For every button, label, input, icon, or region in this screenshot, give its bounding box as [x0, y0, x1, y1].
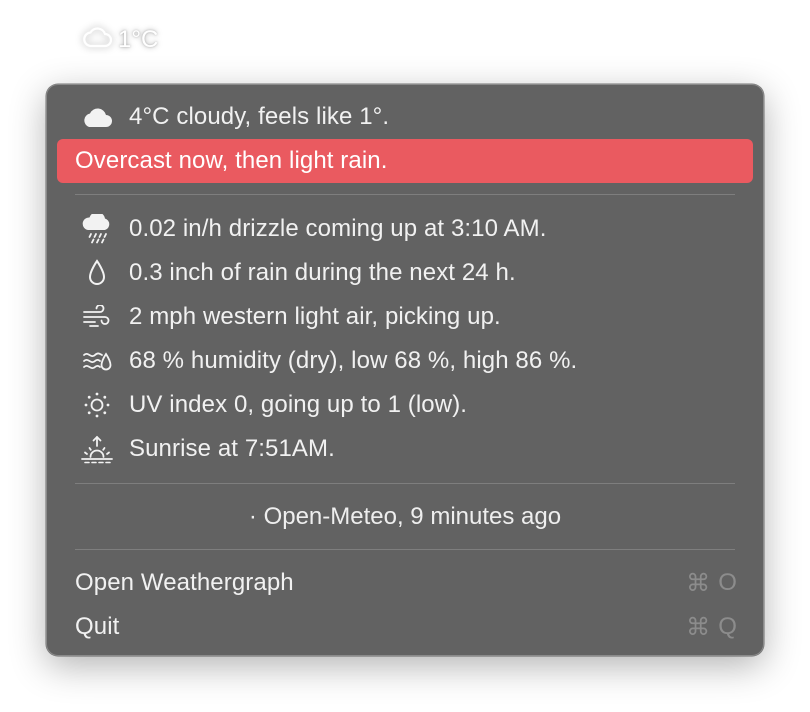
menubar-weather-item[interactable]: 1°C: [82, 24, 158, 56]
shortcut-key: Q: [718, 613, 737, 640]
sunrise-icon: [77, 429, 117, 469]
current-conditions-text: 4°C cloudy, feels like 1°.: [129, 103, 390, 130]
menu-separator: [75, 483, 735, 484]
detail-row-uv[interactable]: UV index 0, going up to 1 (low).: [47, 385, 763, 425]
command-key-icon: ⌘: [686, 613, 711, 641]
quit-item[interactable]: Quit ⌘ Q: [47, 607, 763, 647]
humidity-icon: [77, 341, 117, 381]
forecast-summary-text: Overcast now, then light rain.: [75, 147, 388, 174]
detail-text: 68 % humidity (dry), low 68 %, high 86 %…: [129, 347, 578, 374]
detail-text: 0.3 inch of rain during the next 24 h.: [129, 259, 516, 286]
cloud-icon: [77, 97, 117, 137]
detail-text: 0.02 in/h drizzle coming up at 3:10 AM.: [129, 215, 547, 242]
quit-label: Quit: [75, 613, 120, 640]
detail-text: Sunrise at 7:51AM.: [129, 435, 335, 462]
detail-row-wind[interactable]: 2 mph western light air, picking up.: [47, 297, 763, 337]
raindrop-icon: [77, 253, 117, 293]
screen: 1°C 4°C cloudy, feels like 1°. Overcast …: [0, 0, 810, 712]
menu-separator: [75, 194, 735, 195]
detail-row-rain-total[interactable]: 0.3 inch of rain during the next 24 h.: [47, 253, 763, 293]
forecast-summary-row[interactable]: Overcast now, then light rain.: [47, 141, 763, 181]
shortcut-key: O: [718, 569, 737, 596]
command-key-icon: ⌘: [686, 569, 711, 597]
detail-row-humidity[interactable]: 68 % humidity (dry), low 68 %, high 86 %…: [47, 341, 763, 381]
data-source-info: · Open-Meteo, 9 minutes ago: [47, 497, 763, 537]
keyboard-shortcut: ⌘ O: [686, 569, 737, 598]
keyboard-shortcut: ⌘ Q: [686, 613, 737, 642]
current-conditions-row[interactable]: 4°C cloudy, feels like 1°.: [47, 97, 763, 137]
sun-icon: [77, 385, 117, 425]
detail-text: 2 mph western light air, picking up.: [129, 303, 501, 330]
detail-row-sunrise[interactable]: Sunrise at 7:51AM.: [47, 429, 763, 469]
detail-text: UV index 0, going up to 1 (low).: [129, 391, 468, 418]
cloud-drizzle-icon: [77, 209, 117, 249]
wind-icon: [77, 297, 117, 337]
detail-row-precipitation[interactable]: 0.02 in/h drizzle coming up at 3:10 AM.: [47, 209, 763, 249]
menu-separator: [75, 549, 735, 550]
menubar-temperature: 1°C: [118, 26, 159, 53]
open-weathergraph-label: Open Weathergraph: [75, 569, 294, 596]
cloud-icon: [82, 26, 113, 55]
weather-dropdown-menu: 4°C cloudy, feels like 1°. Overcast now,…: [46, 84, 764, 656]
open-weathergraph-item[interactable]: Open Weathergraph ⌘ O: [47, 563, 763, 603]
data-source-text: · Open-Meteo, 9 minutes ago: [248, 503, 562, 530]
